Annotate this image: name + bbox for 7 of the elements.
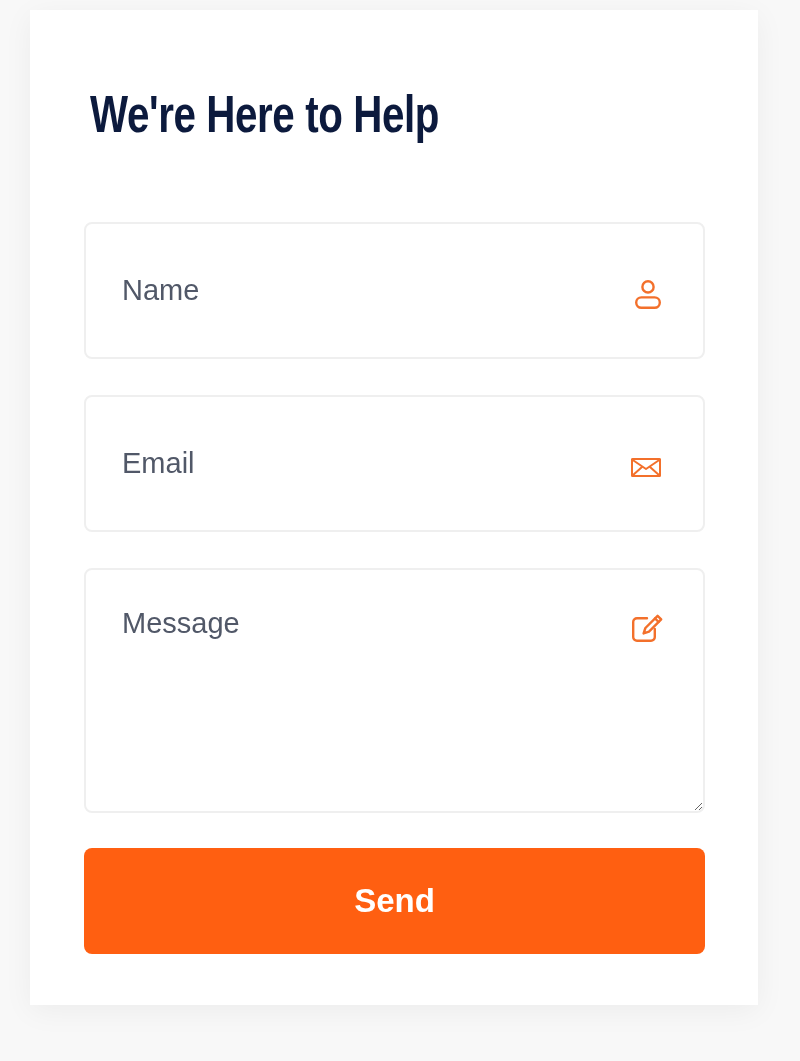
envelope-icon (631, 458, 661, 477)
send-button[interactable]: Send (84, 848, 705, 954)
name-field[interactable]: Name (84, 222, 705, 359)
message-field[interactable]: Message (84, 568, 705, 813)
email-field[interactable]: Email (84, 395, 705, 532)
user-icon (635, 280, 661, 309)
edit-icon (632, 614, 663, 642)
